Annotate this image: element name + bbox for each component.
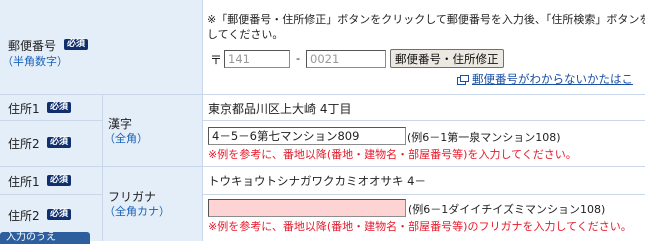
kana-address1-label: 住所1 (8, 175, 40, 189)
postal-second-input[interactable] (306, 50, 386, 68)
kanji-address2-input[interactable] (208, 127, 406, 145)
kanji-address2-label: 住所2 (8, 137, 40, 151)
required-badge: 必須 (64, 39, 89, 50)
kana-format-hint: （全角カナ） (104, 205, 170, 218)
postal-fix-button[interactable]: 郵便番号・住所修正 (390, 49, 504, 68)
required-badge: 必須 (47, 209, 72, 220)
postal-first-input[interactable] (224, 50, 290, 68)
row-divider (0, 94, 645, 95)
required-badge: 必須 (47, 175, 72, 186)
postal-label: 郵便番号 (8, 39, 57, 53)
column-divider (102, 94, 103, 241)
kana-example-text: (例6－1ダイイチイズミマンション108) (408, 203, 606, 216)
row-divider (0, 194, 102, 195)
kana-address2-label: 住所2 (8, 209, 40, 223)
external-link-icon (457, 74, 469, 85)
column-divider (202, 0, 203, 241)
kanji-address1-value: 東京都品川区上大崎 4丁目 (208, 102, 352, 116)
footer-tab[interactable]: 入力のうえ (0, 232, 90, 244)
postal-lookup-link[interactable]: 郵便番号がわからないかたはこ (472, 71, 633, 87)
kana-address2-input[interactable] (208, 199, 406, 217)
postal-format-hint: （半角数字） (2, 55, 68, 68)
kanji-format-hint: （全角） (104, 132, 148, 145)
postal-mark: 〒 (210, 53, 223, 67)
required-badge: 必須 (47, 102, 72, 113)
required-badge: 必須 (47, 137, 72, 148)
row-divider (0, 120, 102, 121)
kana-error-note: ※例を参考に、番地以降(番地・建物名・部屋番号等)のフリガナを入力してください。 (208, 220, 632, 233)
kanji-error-note: ※例を参考に、番地以降(番地・建物名・部屋番号等)を入力してください。 (208, 148, 577, 161)
postal-instruction-line2: してください。 (207, 28, 284, 41)
row-divider (0, 166, 645, 167)
kanji-example-text: (例6－1第一泉マンション108) (407, 131, 561, 144)
row-divider (202, 194, 645, 195)
row-divider (202, 120, 645, 121)
postal-instruction-line1: ※「郵便番号・住所修正」ボタンをクリックして郵便番号を入力後、「住所検索」ボタン… (207, 13, 645, 26)
kanji-address1-label: 住所1 (8, 102, 40, 116)
postal-dash: - (296, 51, 301, 65)
kana-address1-value: トウキョウトシナガワクカミオオサキ 4－ (208, 174, 426, 188)
